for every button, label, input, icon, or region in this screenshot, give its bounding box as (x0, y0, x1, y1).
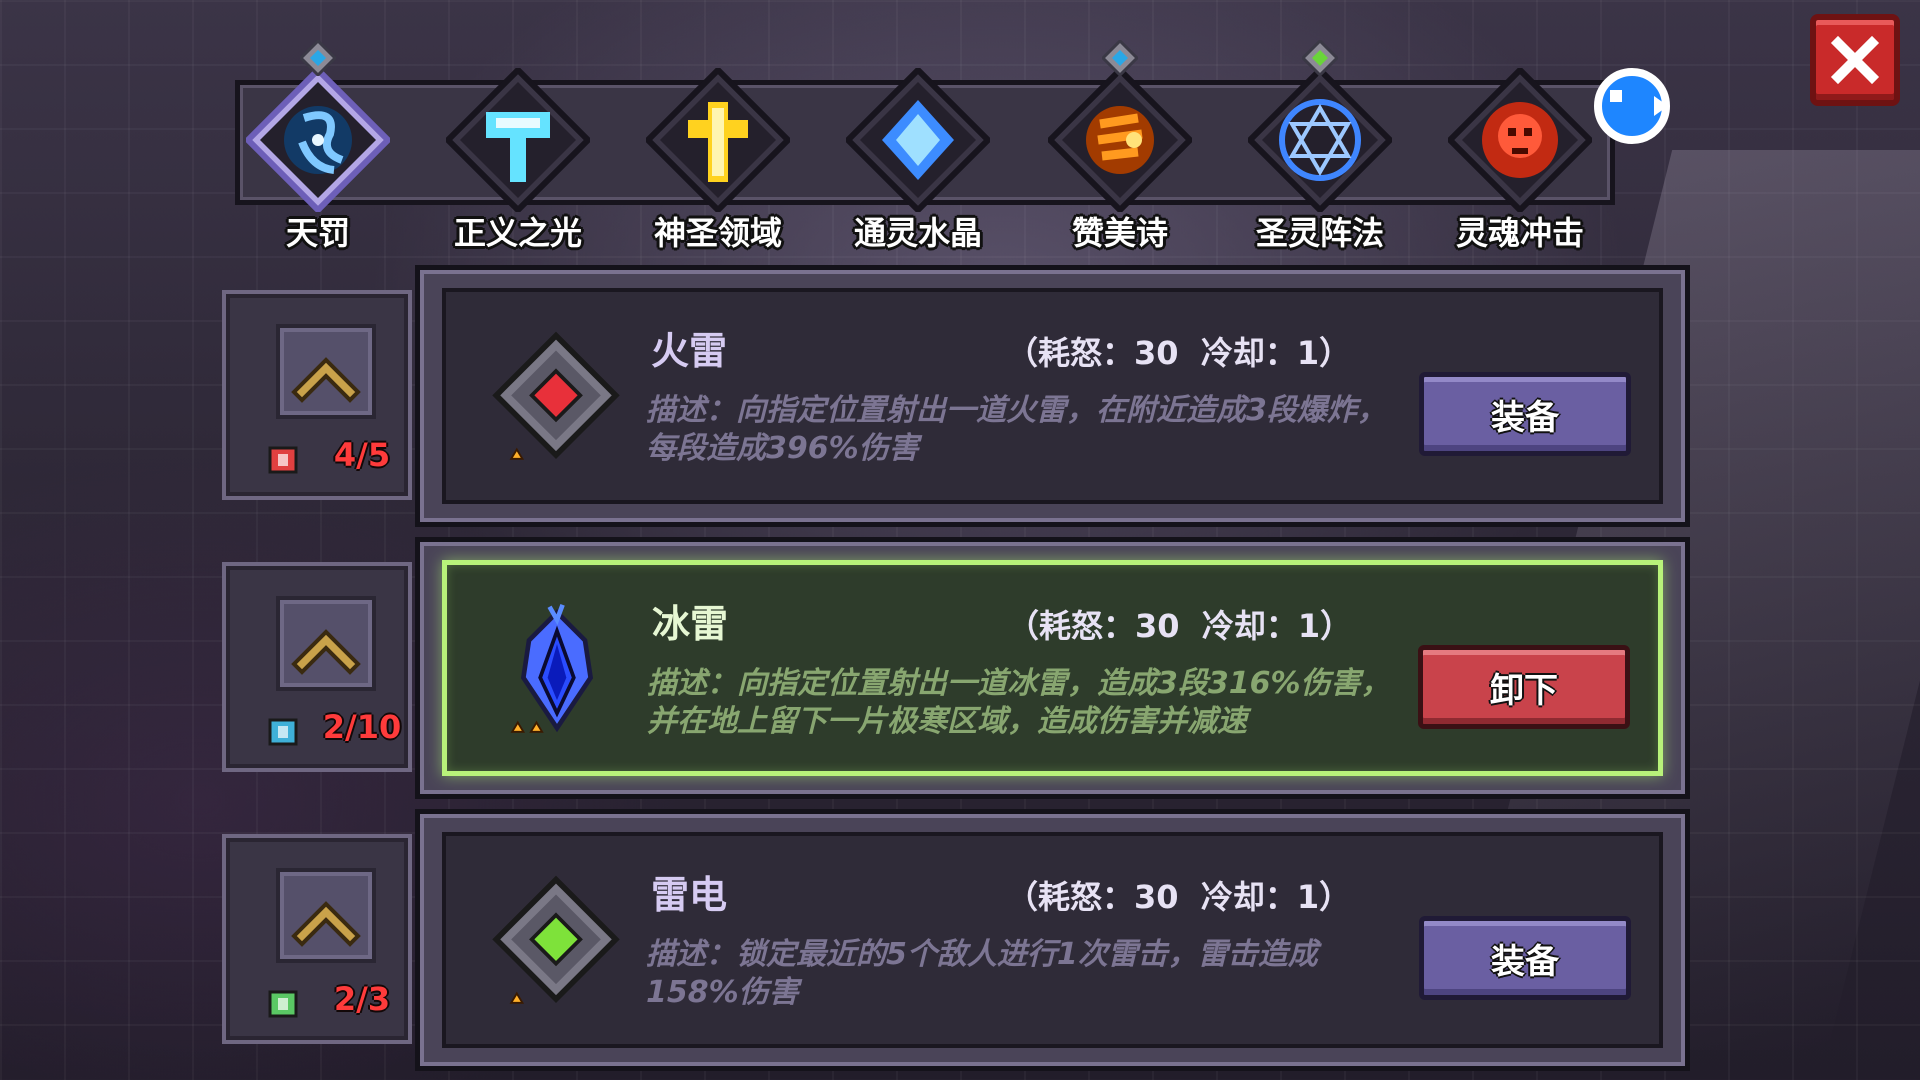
tab-skill-6[interactable]: 灵魂冲击 (1420, 40, 1620, 255)
tab-skill-0[interactable]: 天罚 (218, 40, 418, 255)
material-count: 4/5 (333, 436, 391, 474)
music-note-icon (1048, 68, 1192, 212)
skill-card-body: 冰雷 （耗怒：30 冷却：1） 描述：向指定位置射出一道冰雷，造成3段316%伤… (442, 560, 1663, 776)
tab-label: 通灵水晶 (853, 214, 982, 252)
skill-card[interactable]: 雷电 （耗怒：30 冷却：1） 描述：锁定最近的5个敌人进行1次雷击，雷击造成1… (415, 809, 1690, 1071)
gem-icon (1302, 40, 1338, 76)
tab-label: 天罚 (285, 214, 350, 252)
magic-circle-icon (1248, 68, 1392, 212)
holy-cross-icon (646, 68, 790, 212)
crystal-icon (846, 68, 990, 212)
skill-stats: （耗怒：30 冷却：1） (1006, 334, 1352, 372)
upgrade-button[interactable] (276, 868, 376, 963)
skill-stats: （耗怒：30 冷却：1） (1007, 607, 1353, 645)
lightning-rune-icon (492, 875, 620, 1004)
upgrade-button[interactable] (276, 596, 376, 691)
material-icon (268, 718, 298, 746)
upgrade-slot: 2/3 (222, 834, 412, 1044)
tab-skill-5[interactable]: 圣灵阵法 (1220, 40, 1420, 255)
cycle-icon[interactable] (1592, 66, 1672, 146)
skill-description: 描述：向指定位置射出一道火雷，在附近造成3段爆炸，每段造成396%伤害 (646, 393, 1387, 466)
skill-name: 火雷 (651, 329, 728, 373)
hammer-icon (446, 68, 590, 212)
tab-label: 赞美诗 (1071, 214, 1168, 252)
material-icon (268, 990, 298, 1018)
unequip-button[interactable]: 卸下 (1418, 645, 1630, 729)
skill-stats: （耗怒：30 冷却：1） (1006, 878, 1352, 916)
tab-skill-3[interactable]: 通灵水晶 (818, 40, 1018, 255)
tab-label: 灵魂冲击 (1455, 214, 1584, 252)
tab-skill-4[interactable]: 赞美诗 (1020, 40, 1220, 255)
equip-button[interactable]: 装备 (1419, 372, 1631, 456)
material-icon (268, 446, 298, 474)
close-button[interactable] (1810, 14, 1900, 106)
tab-label: 神圣领域 (653, 214, 782, 252)
material-count: 2/3 (333, 980, 391, 1018)
chevron-up-icon (291, 629, 361, 675)
upgrade-slot: 2/10 (222, 562, 412, 772)
chevron-up-icon (291, 357, 361, 403)
skill-card-body: 雷电 （耗怒：30 冷却：1） 描述：锁定最近的5个敌人进行1次雷击，雷击造成1… (442, 832, 1663, 1048)
skill-description: 描述：向指定位置射出一道冰雷，造成3段316%伤害，并在地上留下一片极寒区域，造… (647, 666, 1391, 739)
tab-skill-2[interactable]: 神圣领域 (618, 40, 818, 255)
upgrade-slot: 4/5 (222, 290, 412, 500)
soul-skull-icon (1448, 68, 1592, 212)
skill-name: 冰雷 (652, 602, 729, 646)
skill-card[interactable]: 冰雷 （耗怒：30 冷却：1） 描述：向指定位置射出一道冰雷，造成3段316%伤… (415, 537, 1690, 799)
equip-button[interactable]: 装备 (1419, 916, 1631, 1000)
tab-label: 正义之光 (453, 214, 582, 252)
tab-skill-1[interactable]: 正义之光 (418, 40, 618, 255)
fire-rune-icon (492, 331, 620, 460)
gem-icon (1102, 40, 1138, 76)
gem-icon (300, 40, 336, 76)
upgrade-button[interactable] (276, 324, 376, 419)
skill-card[interactable]: 火雷 （耗怒：30 冷却：1） 描述：向指定位置射出一道火雷，在附近造成3段爆炸… (415, 265, 1690, 527)
chevron-up-icon (291, 901, 361, 947)
ice-rune-icon (510, 604, 594, 733)
lightning-swirl-icon (246, 68, 390, 212)
skill-card-body: 火雷 （耗怒：30 冷却：1） 描述：向指定位置射出一道火雷，在附近造成3段爆炸… (442, 288, 1663, 504)
close-icon (1830, 35, 1880, 85)
material-count: 2/10 (322, 708, 402, 746)
skill-description: 描述：锁定最近的5个敌人进行1次雷击，雷击造成158%伤害 (646, 937, 1318, 1010)
tab-label: 圣灵阵法 (1255, 214, 1384, 252)
skill-name: 雷电 (651, 873, 728, 917)
